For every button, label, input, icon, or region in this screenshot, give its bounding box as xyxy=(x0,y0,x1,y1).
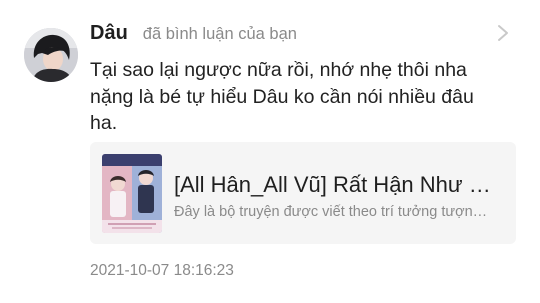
story-card[interactable]: [All Hân_All Vũ] Rất Hận Như Rất Yêu Đây… xyxy=(90,142,516,244)
username[interactable]: Dâu xyxy=(90,22,128,45)
user-avatar[interactable] xyxy=(24,28,78,82)
avatar-image xyxy=(24,28,78,82)
story-title: [All Hân_All Vũ] Rất Hận Như Rất Yêu xyxy=(174,172,504,197)
comment-header: Dâu đã bình luận của bạn xyxy=(90,22,297,48)
chevron-right-icon[interactable] xyxy=(496,24,510,42)
book-cover-image xyxy=(102,154,162,233)
action-text: đã bình luận của bạn xyxy=(142,25,297,43)
comment-text: Tại sao lại ngược nữa rồi, nhớ nhẹ thôi … xyxy=(90,59,474,134)
comment-timestamp: 2021-10-07 18:16:23 xyxy=(90,262,234,279)
story-description: Đây là bộ truyện được viết theo trí tưởn… xyxy=(174,204,492,220)
